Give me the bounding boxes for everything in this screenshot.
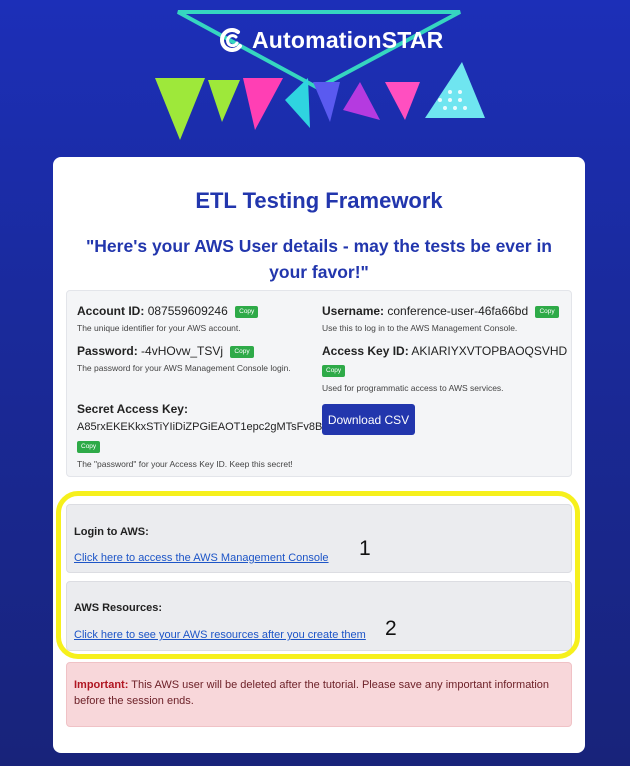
banner-graphic (155, 10, 485, 140)
copy-password-button[interactable]: Copy (230, 345, 254, 358)
access-key-value: AKIARIYXVTOPBAOQSVHD (411, 344, 568, 358)
username-field: Username: conference-user-46fa66bd Copy … (322, 304, 559, 333)
access-key-label: Access Key ID: (322, 344, 409, 358)
credentials-panel: Account ID: 087559609246 Copy The unique… (66, 290, 572, 477)
annotation-number-2: 2 (385, 617, 397, 640)
brand-name: AutomationSTAR (252, 27, 444, 53)
copy-account-id-button[interactable]: Copy (235, 305, 259, 318)
account-id-field: Account ID: 087559609246 Copy The unique… (77, 304, 259, 333)
secret-key-value: A85rxEKEKkxSTiYIiDiZPGiEAOT1epc2gMTsFv8B (77, 421, 323, 433)
username-desc: Use this to log in to the AWS Management… (322, 323, 518, 333)
important-warning: Important: This AWS user will be deleted… (66, 662, 572, 727)
copy-access-key-button[interactable]: Copy (322, 364, 346, 377)
details-card: ETL Testing Framework "Here's your AWS U… (53, 157, 585, 753)
page-subtitle: "Here's your AWS User details - may the … (85, 236, 552, 282)
password-label: Password: (77, 344, 138, 358)
secret-key-field: Secret Access Key: A85rxEKEKkxSTiYIiDiZP… (77, 402, 322, 469)
password-field: Password: -4vHOvw_TSVj Copy The password… (77, 344, 291, 373)
account-id-label: Account ID: (77, 304, 145, 318)
page-title: ETL Testing Framework (195, 188, 443, 213)
header-banner: AutomationSTAR (0, 0, 630, 150)
username-value: conference-user-46fa66bd (387, 304, 529, 318)
annotation-number-1: 1 (359, 537, 371, 560)
warning-strong: Important: (74, 679, 129, 691)
automationstar-logo-icon (220, 28, 242, 52)
warning-text: This AWS user will be deleted after the … (74, 679, 550, 707)
highlight-ring (56, 491, 580, 659)
password-value: -4vHOvw_TSVj (141, 344, 224, 358)
username-label: Username: (322, 304, 385, 318)
secret-key-label: Secret Access Key: (77, 402, 188, 416)
access-key-desc: Used for programmatic access to AWS serv… (322, 383, 504, 393)
secret-key-desc: The "password" for your Access Key ID. K… (77, 459, 293, 469)
password-desc: The password for your AWS Management Con… (77, 363, 291, 373)
account-id-value: 087559609246 (147, 304, 228, 318)
access-key-field: Access Key ID: AKIARIYXVTOPBAOQSVHD Copy… (322, 344, 567, 393)
account-id-desc: The unique identifier for your AWS accou… (77, 323, 241, 333)
copy-secret-key-button[interactable]: Copy (77, 440, 101, 453)
download-csv-button[interactable]: Download CSV (322, 404, 415, 435)
copy-username-button[interactable]: Copy (535, 305, 559, 318)
